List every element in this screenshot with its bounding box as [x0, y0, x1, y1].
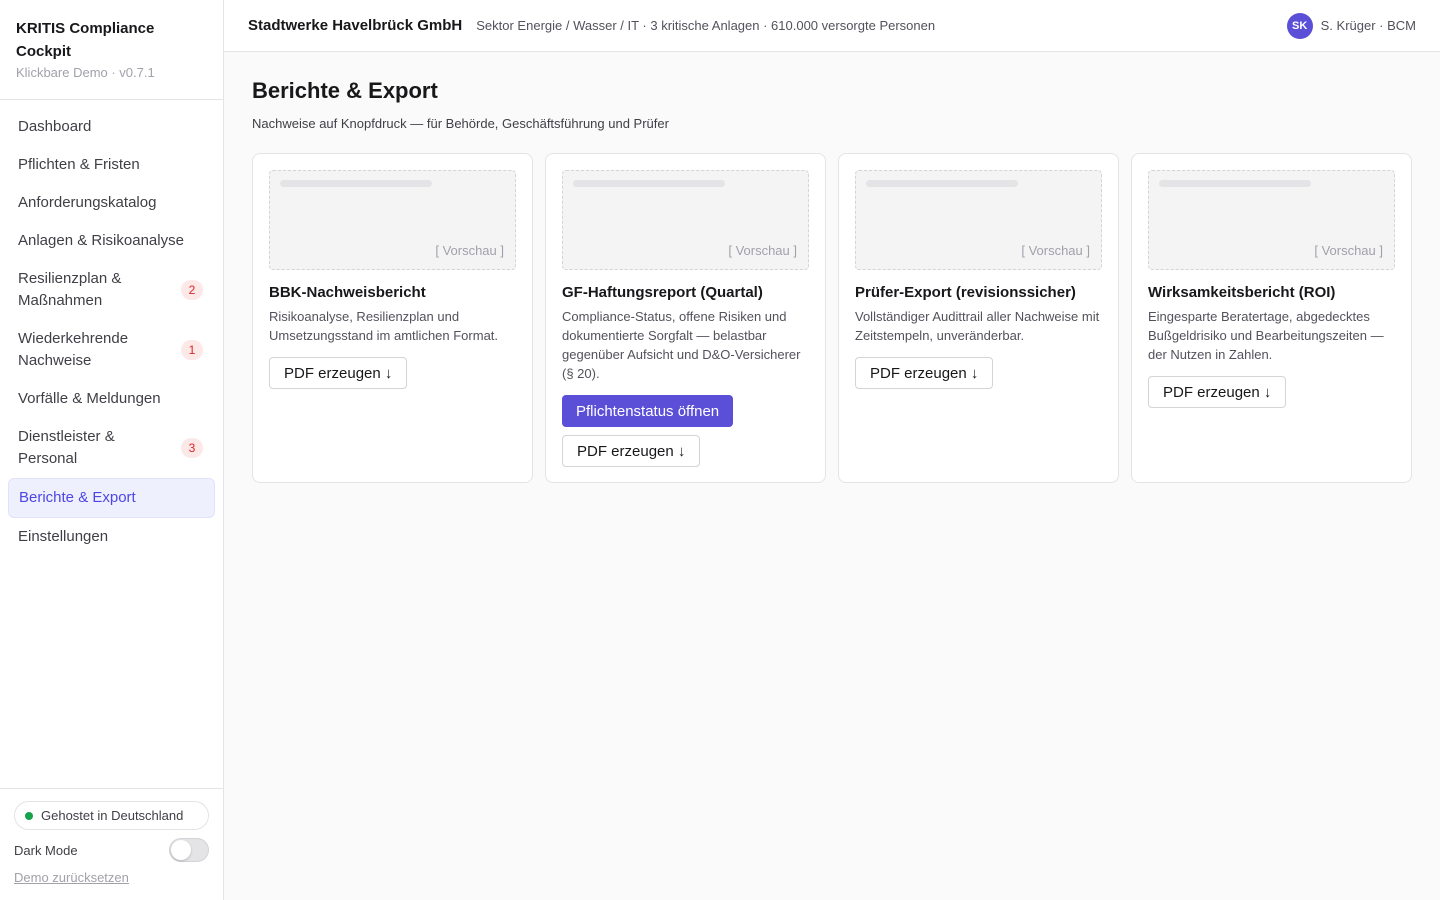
sidebar-item-label: Wiederkehrende Nachweise [18, 330, 129, 369]
page-subtitle: Nachweise auf Knopfdruck — für Behörde, … [252, 116, 669, 131]
sidebar-item-dienstleister[interactable]: Dienstleister & Personal 3 [8, 418, 215, 478]
preview-label: [ Vorschau ] [728, 243, 797, 258]
report-title: Prüfer-Export (revisionssicher) [855, 284, 1076, 301]
report-description: Compliance-Status, offene Risiken und do… [562, 309, 801, 381]
sidebar-item-label: Vorfälle & Meldungen [18, 390, 161, 407]
open-duty-status-button[interactable]: Pflichtenstatus öffnen [562, 395, 734, 427]
count-badge: 1 [181, 340, 203, 360]
preview-placeholder-bar [573, 180, 725, 187]
reset-demo-link[interactable]: Demo zurücksetzen [14, 870, 129, 885]
report-cards: [ Vorschau ] BBK-Nachweisbericht Risikoa… [252, 153, 1412, 483]
toggle-knob [171, 840, 191, 860]
main-content: Berichte & Export Nachweise auf Knopfdru… [252, 78, 1412, 483]
report-description: Vollständiger Audittrail aller Nachweise… [855, 309, 1100, 343]
app-version: Klickbare Demo · v0.7.1 [16, 65, 155, 80]
dark-mode-toggle[interactable] [169, 838, 209, 862]
preview-label: [ Vorschau ] [1021, 243, 1090, 258]
sidebar-item-anforderungskatalog[interactable]: Anforderungskatalog [8, 184, 215, 222]
preview-label: [ Vorschau ] [1314, 243, 1383, 258]
sidebar-item-label: Pflichten & Fristen [18, 156, 140, 173]
report-card-gf-haftung: [ Vorschau ] GF-Haftungsreport (Quartal)… [545, 153, 826, 483]
preview-label: [ Vorschau ] [435, 243, 504, 258]
sidebar-footer: Gehostet in Deutschland Dark Mode Demo z… [0, 788, 223, 900]
status-dot-icon [25, 811, 33, 820]
sidebar-item-pflichten[interactable]: Pflichten & Fristen [8, 146, 215, 184]
preview-placeholder-bar [1159, 180, 1311, 187]
sidebar-nav: Dashboard Pflichten & Fristen Anforderun… [0, 100, 223, 564]
sidebar-item-nachweise[interactable]: Wiederkehrende Nachweise 1 [8, 320, 215, 380]
pdf-generate-button[interactable]: PDF erzeugen ↓ [1148, 376, 1287, 408]
top-header: Stadtwerke Havelbrück GmbH Sektor Energi… [224, 0, 1440, 52]
sidebar-item-label: Resilienzplan & Maßnahmen [18, 270, 122, 309]
sidebar-item-label: Anforderungskatalog [18, 194, 157, 211]
count-badge: 3 [181, 438, 203, 458]
brand: KRITIS Compliance Cockpit Klickbare Demo… [0, 0, 223, 100]
sidebar-item-anlagen[interactable]: Anlagen & Risikoanalyse [8, 222, 215, 260]
sidebar-item-vorfaelle[interactable]: Vorfälle & Meldungen [8, 380, 215, 418]
pdf-generate-button[interactable]: PDF erzeugen ↓ [855, 357, 994, 389]
sidebar-item-einstellungen[interactable]: Einstellungen [8, 518, 215, 556]
sidebar-item-berichte[interactable]: Berichte & Export [8, 478, 215, 518]
report-card-pruefer-export: [ Vorschau ] Prüfer-Export (revisionssic… [838, 153, 1119, 483]
organization-name: Stadtwerke Havelbrück GmbH [248, 17, 463, 34]
sidebar-item-label: Dashboard [18, 118, 92, 135]
report-description: Eingesparte Beratertage, abgedecktes Buß… [1148, 309, 1384, 362]
report-card-wirksamkeit: [ Vorschau ] Wirksamkeitsbericht (ROI) E… [1131, 153, 1412, 483]
report-preview: [ Vorschau ] [1148, 170, 1395, 270]
button-group: Pflichtenstatus öffnen PDF erzeugen ↓ [562, 383, 809, 467]
avatar: SK [1286, 12, 1313, 39]
report-title: Wirksamkeitsbericht (ROI) [1148, 284, 1336, 301]
pdf-generate-button[interactable]: PDF erzeugen ↓ [269, 357, 408, 389]
dark-mode-row: Dark Mode [14, 838, 209, 862]
report-description: Risikoanalyse, Resilienzplan und Umsetzu… [269, 309, 499, 343]
user-name: S. Krüger · BCM [1320, 18, 1416, 33]
sidebar-item-resilienzplan[interactable]: Resilienzplan & Maßnahmen 2 [8, 260, 215, 320]
sidebar: KRITIS Compliance Cockpit Klickbare Demo… [0, 0, 224, 900]
count-badge: 2 [181, 280, 203, 300]
hosting-badge: Gehostet in Deutschland [14, 801, 209, 830]
page-title: Berichte & Export [252, 78, 438, 103]
pdf-generate-button[interactable]: PDF erzeugen ↓ [562, 435, 701, 467]
sidebar-item-label: Anlagen & Risikoanalyse [18, 232, 184, 249]
sidebar-item-label: Dienstleister & Personal [18, 428, 115, 467]
app-title: KRITIS Compliance Cockpit [16, 20, 155, 60]
preview-placeholder-bar [866, 180, 1018, 187]
report-title: BBK-Nachweisbericht [269, 284, 426, 301]
sidebar-item-label: Einstellungen [18, 528, 109, 545]
report-card-bbk: [ Vorschau ] BBK-Nachweisbericht Risikoa… [252, 153, 533, 483]
dark-mode-label: Dark Mode [14, 842, 78, 858]
sidebar-item-label: Berichte & Export [19, 489, 136, 506]
report-title: GF-Haftungsreport (Quartal) [562, 284, 763, 301]
report-preview: [ Vorschau ] [855, 170, 1102, 270]
organization-meta: Sektor Energie / Wasser / IT · 3 kritisc… [476, 18, 936, 33]
preview-placeholder-bar [280, 180, 432, 187]
report-preview: [ Vorschau ] [269, 170, 516, 270]
report-preview: [ Vorschau ] [562, 170, 809, 270]
sidebar-item-dashboard[interactable]: Dashboard [8, 108, 215, 146]
hosting-label: Gehostet in Deutschland [41, 808, 184, 823]
user-menu[interactable]: SK S. Krüger · BCM [1286, 12, 1416, 39]
